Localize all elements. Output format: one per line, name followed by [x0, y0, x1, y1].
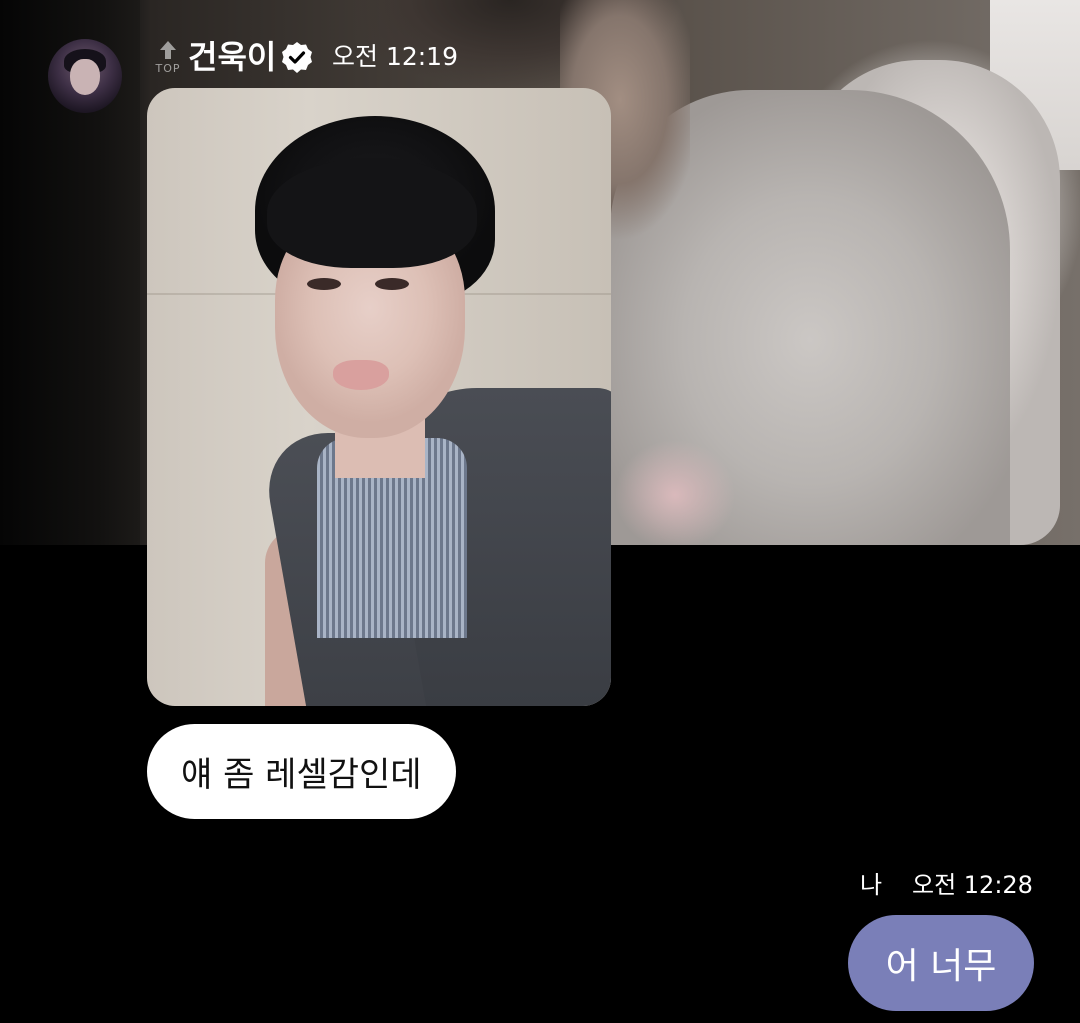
photo-message[interactable] [147, 88, 611, 706]
arrow-up-icon [160, 41, 176, 59]
top-badge-label: TOP [155, 62, 181, 75]
my-sender-label: 나 [860, 871, 883, 899]
outgoing-message-bubble[interactable]: 어 너무 [848, 915, 1034, 1011]
verified-icon [282, 42, 312, 73]
sender-name: 건욱이 [188, 38, 277, 76]
top-rank-badge: TOP [152, 40, 184, 76]
bg-pink-print [615, 440, 735, 545]
my-message-time: 오전 12:28 [912, 871, 1033, 899]
chat-screen: TOP 건욱이 오전 12:19 얘 좀 레셀감인데 나 오전 12:28 어 … [0, 0, 1080, 1023]
incoming-message-bubble[interactable]: 얘 좀 레셀감인데 [147, 724, 456, 819]
sender-avatar[interactable] [48, 39, 122, 113]
message-time: 오전 12:19 [332, 42, 458, 71]
